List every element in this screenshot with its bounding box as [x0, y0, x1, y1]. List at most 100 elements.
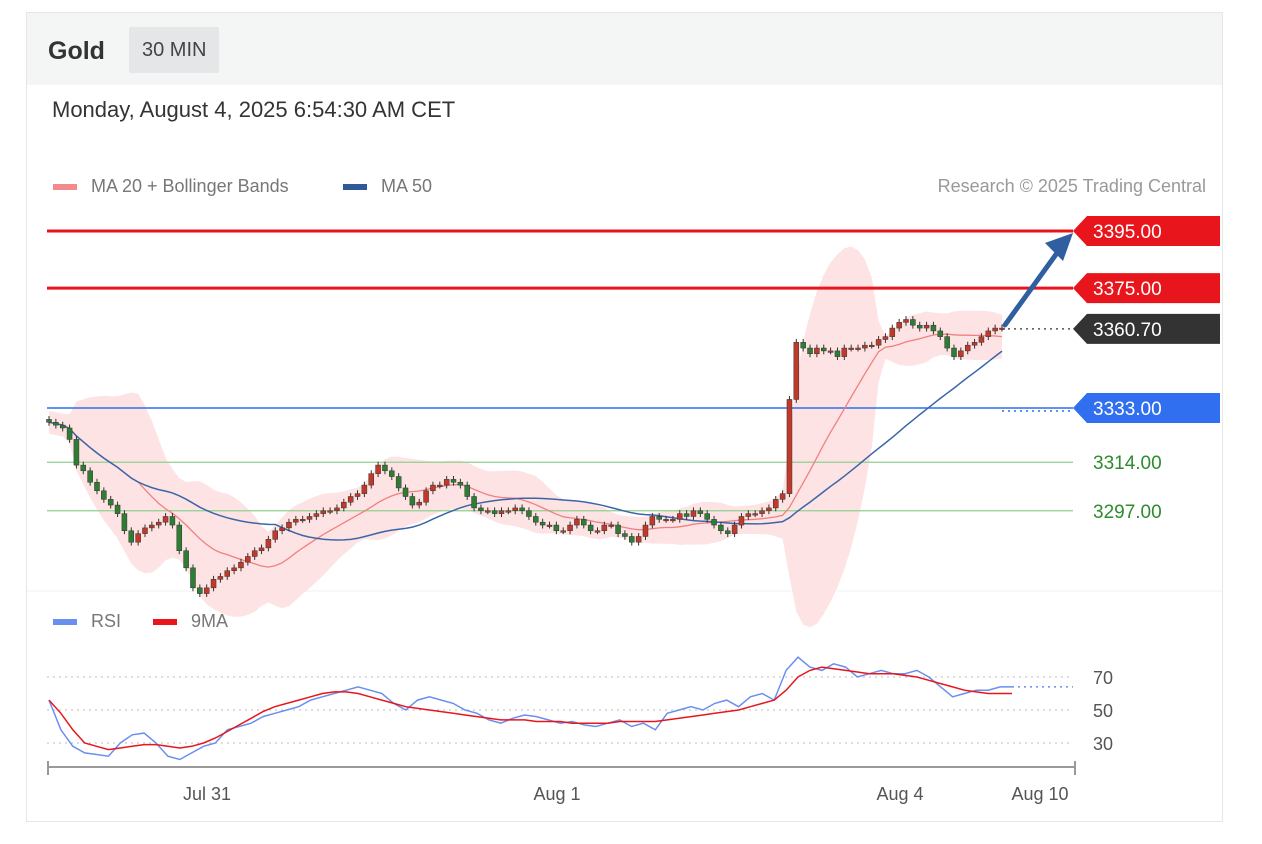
candle-body: [649, 516, 656, 526]
rsi-tick-30: 30: [1093, 734, 1113, 754]
candle-body: [916, 324, 923, 329]
candle-body: [752, 513, 758, 516]
candle-body: [245, 556, 251, 563]
candle-body: [505, 510, 512, 513]
candle-body: [807, 347, 813, 355]
candle-body: [820, 347, 827, 352]
candle-body: [416, 501, 422, 506]
candle-body: [738, 516, 745, 526]
candle-body: [471, 496, 477, 509]
candle-body: [793, 342, 800, 400]
candle-body: [731, 524, 738, 534]
candle-body: [238, 561, 244, 569]
candle-body: [539, 521, 546, 526]
candle-body: [526, 510, 532, 517]
candle-body: [437, 484, 443, 487]
candle-body: [306, 516, 313, 520]
candle-body: [142, 527, 148, 534]
candle-body: [841, 347, 848, 357]
rsi-9ma-line: [48, 666, 1012, 751]
candle-body: [779, 493, 786, 500]
candle-body: [149, 524, 155, 529]
candle-body: [704, 513, 710, 520]
candle-body: [87, 470, 93, 483]
candle-body: [964, 344, 971, 352]
candle-body: [457, 481, 464, 486]
candle-body: [176, 524, 183, 551]
candle-body: [985, 330, 992, 337]
candle-body: [896, 322, 902, 329]
candle-body: [203, 587, 210, 594]
candle-body: [389, 470, 395, 477]
price-tag-3314-00-label: 3314.00: [1093, 453, 1162, 474]
candle-body: [320, 510, 326, 514]
candle-body: [862, 344, 868, 349]
candle-body: [443, 479, 450, 486]
x-tick-aug-1: Aug 1: [533, 784, 580, 804]
price-tag-3333-00-label: 3333.00: [1093, 399, 1162, 420]
candle-body: [251, 550, 258, 557]
candle-body: [354, 493, 361, 497]
candle-body: [855, 347, 861, 350]
forecast-arrow-head: [1045, 233, 1073, 261]
candle-body: [670, 519, 676, 522]
candle-body: [690, 510, 697, 517]
candle-body: [587, 524, 594, 532]
candle-body: [450, 479, 457, 483]
candle-body: [272, 530, 279, 540]
candle-body: [224, 570, 231, 577]
candle-body: [581, 519, 587, 526]
candle-body: [313, 513, 320, 517]
rsi-tick-70: 70: [1093, 668, 1113, 688]
candle-body: [512, 507, 518, 512]
chart-card: Gold 30 MIN Monday, August 4, 2025 6:54:…: [26, 12, 1223, 822]
candle-body: [786, 399, 793, 494]
candle-body: [409, 496, 416, 506]
candle-body: [485, 510, 491, 513]
candle-body: [999, 327, 1005, 330]
candle-body: [519, 507, 525, 512]
candle-body: [258, 547, 265, 551]
candle-body: [533, 516, 539, 523]
candle-body: [135, 533, 141, 543]
candle-body: [478, 507, 484, 512]
candle-body: [800, 342, 806, 349]
x-tick-aug-10: Aug 10: [1011, 784, 1068, 804]
candle-body: [46, 419, 52, 423]
x-tick-aug-4: Aug 4: [876, 784, 923, 804]
price-tag-3395-00-label: 3395.00: [1093, 222, 1162, 243]
candle-body: [107, 499, 114, 506]
candle-body: [183, 550, 189, 569]
candle-body: [683, 513, 690, 517]
candle-body: [910, 319, 916, 326]
price-chart: 3395.00 3375.00 3360.70 3333.00 3314.00 3297.…: [27, 216, 1222, 804]
candle-body: [299, 519, 306, 522]
rsi-tick-50: 50: [1093, 701, 1113, 721]
candle-body: [155, 521, 162, 526]
candle-body: [663, 519, 669, 522]
candle-body: [66, 427, 73, 440]
candle-body: [814, 347, 820, 355]
candle-body: [423, 490, 429, 503]
candle-body: [498, 510, 505, 514]
candle-body: [882, 336, 889, 340]
candle-body: [567, 524, 573, 532]
candle-body: [875, 339, 882, 346]
candle-body: [629, 536, 635, 543]
candle-body: [635, 536, 642, 543]
candle-body: [375, 464, 381, 474]
candle-body: [601, 524, 608, 532]
candle-body: [745, 513, 752, 517]
candle-body: [978, 336, 985, 343]
candle-body: [402, 487, 409, 497]
candle-body: [293, 519, 299, 523]
candle-body: [334, 507, 340, 512]
candle-body: [834, 350, 841, 357]
candle-body: [286, 521, 292, 529]
candle-body: [327, 510, 333, 513]
candle-body: [958, 350, 964, 357]
candle-body: [615, 524, 621, 534]
candle-body: [903, 319, 909, 323]
candle-body: [642, 524, 649, 537]
candle-body: [121, 513, 128, 532]
